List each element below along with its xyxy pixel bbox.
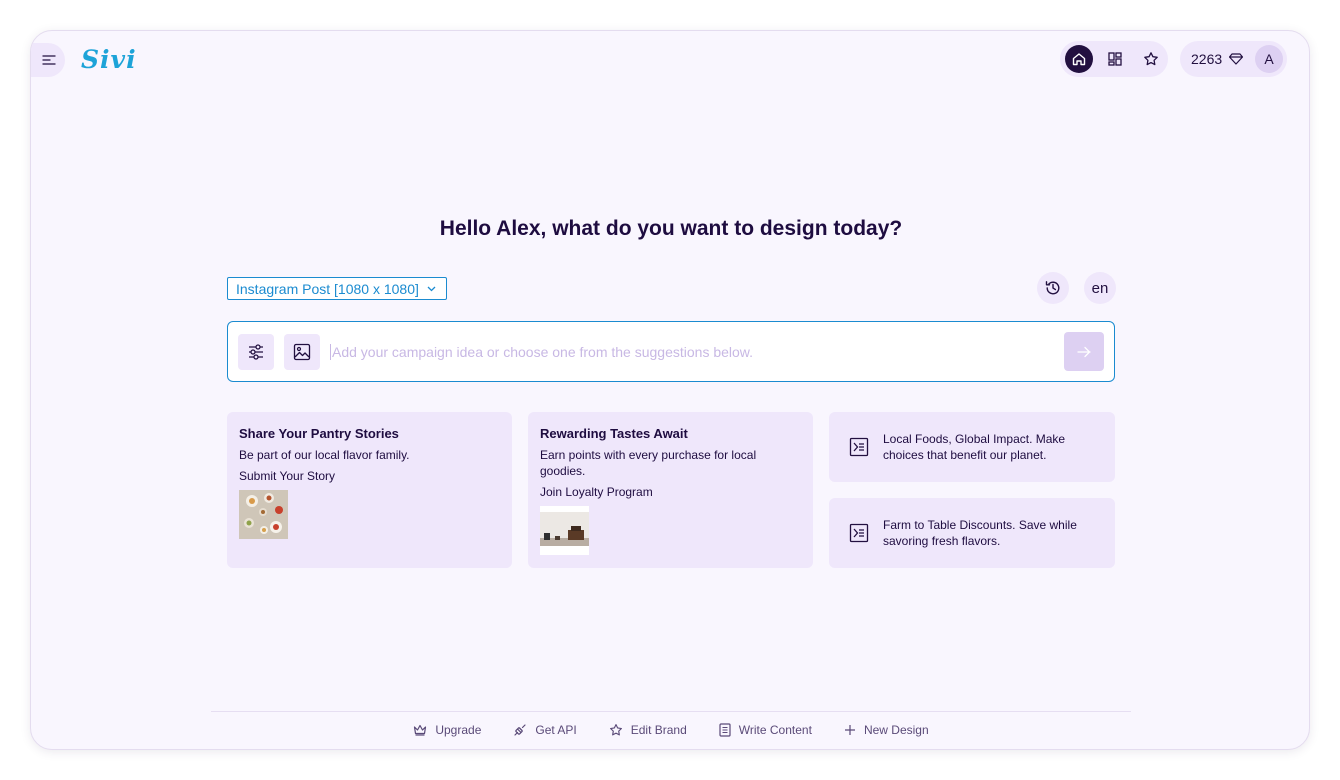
nav-favorites-button[interactable] bbox=[1137, 45, 1165, 73]
prompt-suggestion[interactable]: Farm to Table Discounts. Save while savo… bbox=[829, 498, 1115, 568]
footer-divider bbox=[211, 711, 1131, 712]
nav-home-button[interactable] bbox=[1065, 45, 1093, 73]
card-title: Share Your Pantry Stories bbox=[239, 426, 399, 441]
suggestion-text: Farm to Table Discounts. Save while savo… bbox=[883, 518, 1077, 548]
prompt-box bbox=[227, 321, 1115, 382]
prompt-list-icon bbox=[849, 437, 869, 457]
send-button[interactable] bbox=[1064, 332, 1104, 371]
suggestion-card[interactable]: Rewarding Tastes Await Earn points with … bbox=[528, 412, 813, 568]
image-upload-button[interactable] bbox=[284, 334, 320, 370]
home-icon bbox=[1072, 53, 1086, 66]
document-icon bbox=[719, 723, 731, 737]
history-icon bbox=[1045, 281, 1060, 295]
upgrade-link[interactable]: Upgrade bbox=[413, 723, 481, 737]
card-description: Be part of our local flavor family. bbox=[239, 448, 410, 462]
sivi-logo[interactable]: Sivi bbox=[81, 45, 137, 74]
write-content-label: Write Content bbox=[738, 723, 812, 737]
star-icon bbox=[609, 724, 622, 736]
card-title: Rewarding Tastes Await bbox=[540, 426, 688, 441]
prompt-suggestion[interactable]: Local Foods, Global Impact. Make choices… bbox=[829, 412, 1115, 482]
campaign-idea-input[interactable] bbox=[332, 340, 1052, 364]
history-button[interactable] bbox=[1037, 272, 1069, 304]
edit-brand-link[interactable]: Edit Brand bbox=[609, 723, 687, 737]
grid-icon bbox=[1108, 52, 1122, 66]
get-api-label: Get API bbox=[535, 723, 577, 737]
pantry-food-image bbox=[239, 490, 288, 539]
hamburger-menu-icon bbox=[42, 55, 56, 65]
prompt-list-icon bbox=[849, 523, 869, 543]
credits-panel[interactable]: 2263 A bbox=[1180, 41, 1287, 77]
format-select[interactable]: Instagram Post [1080 x 1080] bbox=[227, 277, 447, 300]
settings-button[interactable] bbox=[238, 334, 274, 370]
top-nav bbox=[1060, 41, 1168, 77]
plug-icon bbox=[514, 724, 526, 736]
sliders-icon bbox=[249, 344, 263, 360]
format-select-value: Instagram Post [1080 x 1080] bbox=[236, 280, 419, 297]
app-window: Sivi 2263 A Hello Alex, what do you want… bbox=[30, 30, 1310, 750]
write-content-link[interactable]: Write Content bbox=[719, 723, 812, 737]
suggestion-text: Local Foods, Global Impact. Make choices… bbox=[883, 432, 1066, 462]
language-button[interactable]: en bbox=[1084, 272, 1116, 304]
credits-count: 2263 bbox=[1191, 51, 1223, 67]
upgrade-label: Upgrade bbox=[435, 723, 482, 737]
plus-icon bbox=[844, 725, 855, 735]
footer-links: Upgrade Get API Edit Brand Write Content bbox=[31, 723, 1309, 737]
crown-icon bbox=[414, 724, 427, 736]
menu-toggle-button[interactable] bbox=[31, 43, 65, 77]
card-cta: Submit Your Story bbox=[239, 469, 336, 483]
get-api-link[interactable]: Get API bbox=[513, 723, 577, 737]
star-icon bbox=[1144, 52, 1158, 66]
new-design-label: New Design bbox=[863, 723, 929, 737]
nav-designs-button[interactable] bbox=[1101, 45, 1129, 73]
card-cta: Join Loyalty Program bbox=[540, 485, 653, 499]
page-heading: Hello Alex, what do you want to design t… bbox=[439, 217, 903, 240]
user-avatar[interactable]: A bbox=[1255, 45, 1283, 73]
suggestion-card[interactable]: Share Your Pantry Stories Be part of our… bbox=[227, 412, 512, 568]
text-caret bbox=[330, 344, 331, 360]
room-interior-image bbox=[540, 506, 589, 555]
card-description: Earn points with every purchase for loca… bbox=[540, 448, 757, 478]
new-design-link[interactable]: New Design bbox=[844, 723, 929, 737]
diamond-icon bbox=[1229, 53, 1244, 65]
arrow-right-icon bbox=[1077, 346, 1091, 357]
chevron-down-icon bbox=[427, 286, 436, 291]
edit-brand-label: Edit Brand bbox=[630, 723, 687, 737]
image-icon bbox=[293, 343, 311, 361]
